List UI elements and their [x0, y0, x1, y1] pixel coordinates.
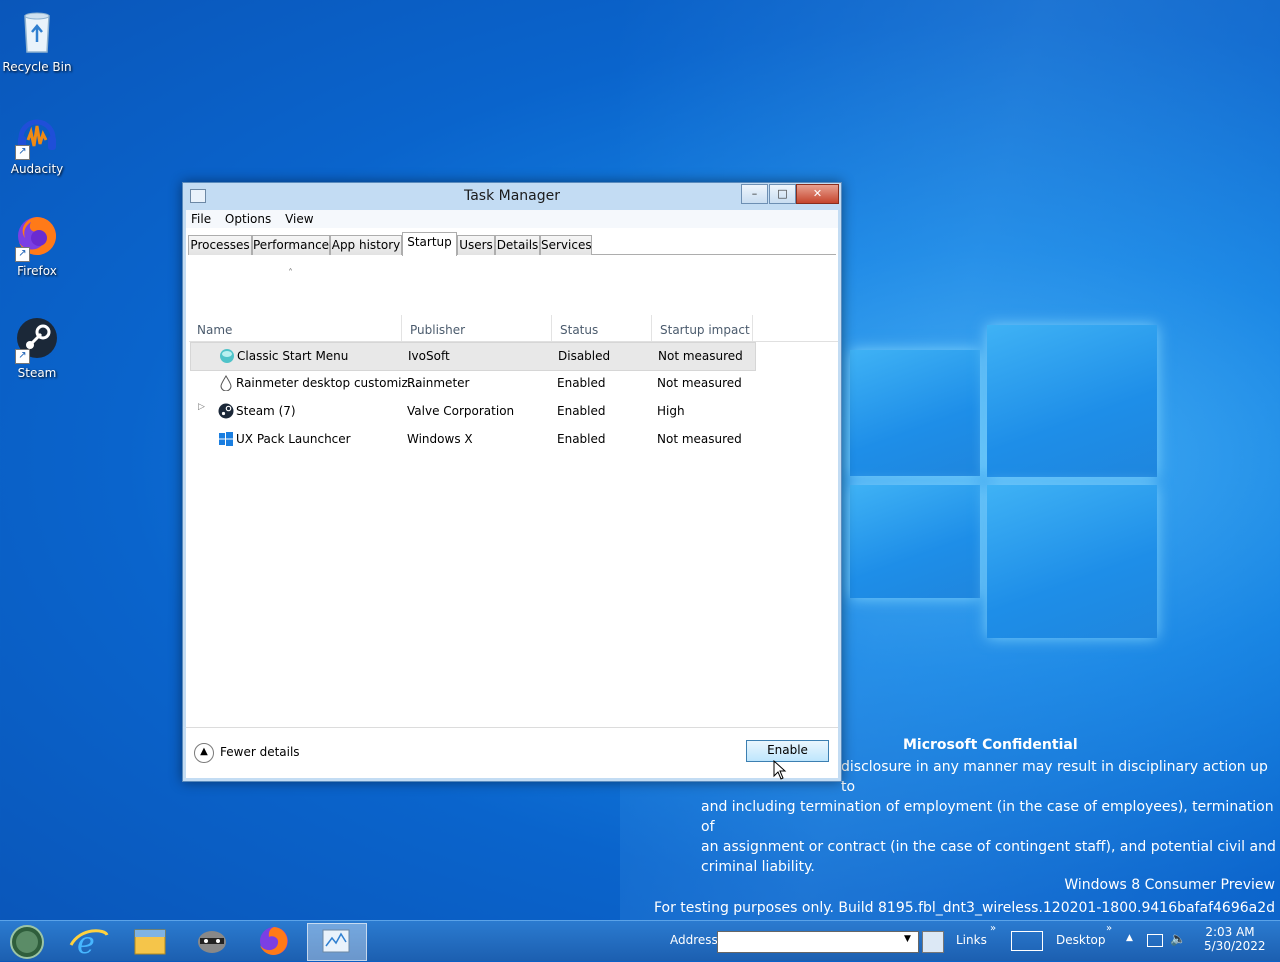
steam-icon: ↗ — [13, 314, 61, 364]
row-name: Classic Start Menu — [237, 349, 349, 363]
address-input[interactable] — [717, 931, 919, 953]
links-label[interactable]: Links — [956, 933, 987, 947]
startup-row[interactable]: Rainmeter desktop customiz... Rainmeter … — [190, 370, 754, 397]
desktop-icon-label: Audacity — [10, 162, 64, 176]
desktop-icon-label: Recycle Bin — [2, 60, 72, 74]
tab-startup[interactable]: Startup — [402, 232, 457, 256]
menu-file[interactable]: File — [186, 210, 216, 226]
watermark-edition: Windows 8 Consumer Preview — [1064, 877, 1275, 893]
classic-start-menu-icon — [219, 348, 235, 364]
windows-logo-icon — [218, 431, 234, 447]
menu-options[interactable]: Options — [220, 210, 276, 226]
row-impact: Not measured — [657, 432, 742, 446]
row-publisher: IvoSoft — [408, 349, 450, 363]
startup-panel: Processes Performance App history Startu… — [186, 228, 838, 778]
links-chevron-icon[interactable]: » — [990, 923, 996, 934]
network-icon[interactable] — [1147, 934, 1163, 947]
desktop-toolbar-label[interactable]: Desktop — [1056, 933, 1106, 947]
desktop-icon-label: Firefox — [17, 264, 57, 278]
row-status: Disabled — [558, 349, 611, 363]
firefox-icon[interactable] — [245, 923, 303, 959]
row-impact: Not measured — [658, 349, 743, 363]
steam-icon — [218, 403, 234, 419]
row-publisher: Rainmeter — [407, 376, 470, 390]
maximize-button[interactable]: □ — [769, 184, 796, 204]
row-status: Enabled — [557, 404, 606, 418]
taskbar: e Address ▼ Links » Desktop » ▲ 🔈 2:03 A… — [0, 920, 1280, 961]
row-name: Steam (7) — [236, 404, 296, 418]
close-button[interactable]: ✕ — [796, 184, 839, 204]
row-name: UX Pack Launchcer — [236, 432, 351, 446]
column-header-publisher[interactable]: Publisher — [401, 315, 552, 341]
menu-view[interactable]: View — [280, 210, 318, 226]
start-orb-icon[interactable] — [0, 923, 52, 959]
go-button[interactable] — [922, 931, 944, 953]
clock[interactable]: 2:03 AM 5/30/2022 — [1204, 925, 1266, 953]
shortcut-arrow-icon: ↗ — [15, 349, 30, 364]
column-header-startup-impact[interactable]: Startup impact — [651, 315, 753, 341]
firefox-icon: ↗ — [13, 212, 61, 262]
row-publisher: Windows X — [407, 432, 473, 446]
tab-users[interactable]: Users — [457, 235, 495, 255]
menu-bar: File Options View — [186, 210, 838, 228]
internet-explorer-icon[interactable]: e — [61, 923, 119, 961]
tab-services[interactable]: Services — [540, 235, 592, 255]
desktop-chevron-icon[interactable]: » — [1106, 923, 1112, 934]
startup-row[interactable]: Classic Start Menu IvoSoft Disabled Not … — [190, 342, 756, 371]
enable-button[interactable]: Enable — [746, 740, 829, 762]
desktop-icon-firefox[interactable]: ↗ Firefox — [0, 212, 74, 278]
task-manager-window[interactable]: Task Manager – □ ✕ File Options View Pro… — [182, 182, 842, 782]
recycle-bin-icon — [13, 8, 61, 56]
rainmeter-icon — [218, 375, 234, 392]
column-header-name[interactable]: Name — [188, 315, 402, 341]
row-status: Enabled — [557, 432, 606, 446]
column-header-status[interactable]: Status — [551, 315, 652, 341]
tab-processes[interactable]: Processes — [188, 235, 252, 255]
address-label: Address — [670, 933, 718, 947]
shortcut-arrow-icon: ↗ — [15, 145, 30, 160]
fewer-details-link[interactable]: Fewer details — [220, 745, 300, 759]
footer-bar: ▲ Fewer details Enable — [186, 727, 838, 778]
watermark-build: For testing purposes only. Build 8195.fb… — [653, 900, 1275, 916]
sort-indicator: ˄ — [288, 268, 293, 279]
shortcut-arrow-icon: ↗ — [15, 247, 30, 262]
row-status: Enabled — [557, 376, 606, 390]
desktop-icon-steam[interactable]: ↗ Steam — [0, 314, 74, 380]
audacity-icon: ↗ — [13, 110, 61, 160]
address-dropdown-icon[interactable]: ▼ — [904, 934, 911, 944]
file-explorer-icon[interactable] — [121, 923, 179, 959]
desktop-icon-label: Steam — [17, 366, 57, 380]
minimize-button[interactable]: – — [741, 184, 768, 204]
task-manager-icon[interactable] — [307, 923, 367, 961]
row-name: Rainmeter desktop customiz... — [236, 376, 420, 390]
raccoon-app-icon[interactable] — [183, 923, 241, 959]
title-bar[interactable]: Task Manager – □ ✕ — [183, 183, 841, 209]
row-publisher: Valve Corporation — [407, 404, 515, 418]
row-impact: High — [657, 404, 685, 418]
startup-row[interactable]: ▷ Steam (7) Valve Corporation Enabled Hi… — [190, 398, 754, 425]
expand-arrow-icon[interactable]: ▷ — [198, 402, 205, 412]
startup-row[interactable]: UX Pack Launchcer Windows X Enabled Not … — [190, 426, 754, 453]
mouse-cursor-icon — [773, 760, 787, 780]
watermark-heading: Microsoft Confidential — [903, 737, 1078, 753]
row-impact: Not measured — [657, 376, 742, 390]
tab-details[interactable]: Details — [495, 235, 540, 255]
show-hidden-icons-icon[interactable]: ▲ — [1126, 933, 1133, 943]
desktop-icon-audacity[interactable]: ↗ Audacity — [0, 110, 74, 176]
desktop-icon-recycle-bin[interactable]: Recycle Bin — [0, 8, 74, 74]
keyboard-icon[interactable] — [1011, 931, 1043, 951]
tab-app-history[interactable]: App history — [330, 235, 402, 255]
volume-muted-icon[interactable]: 🔈 — [1170, 932, 1186, 947]
tab-performance[interactable]: Performance — [252, 235, 330, 255]
chevron-up-icon[interactable]: ▲ — [194, 743, 214, 763]
tab-strip: Processes Performance App history Startu… — [188, 232, 836, 256]
